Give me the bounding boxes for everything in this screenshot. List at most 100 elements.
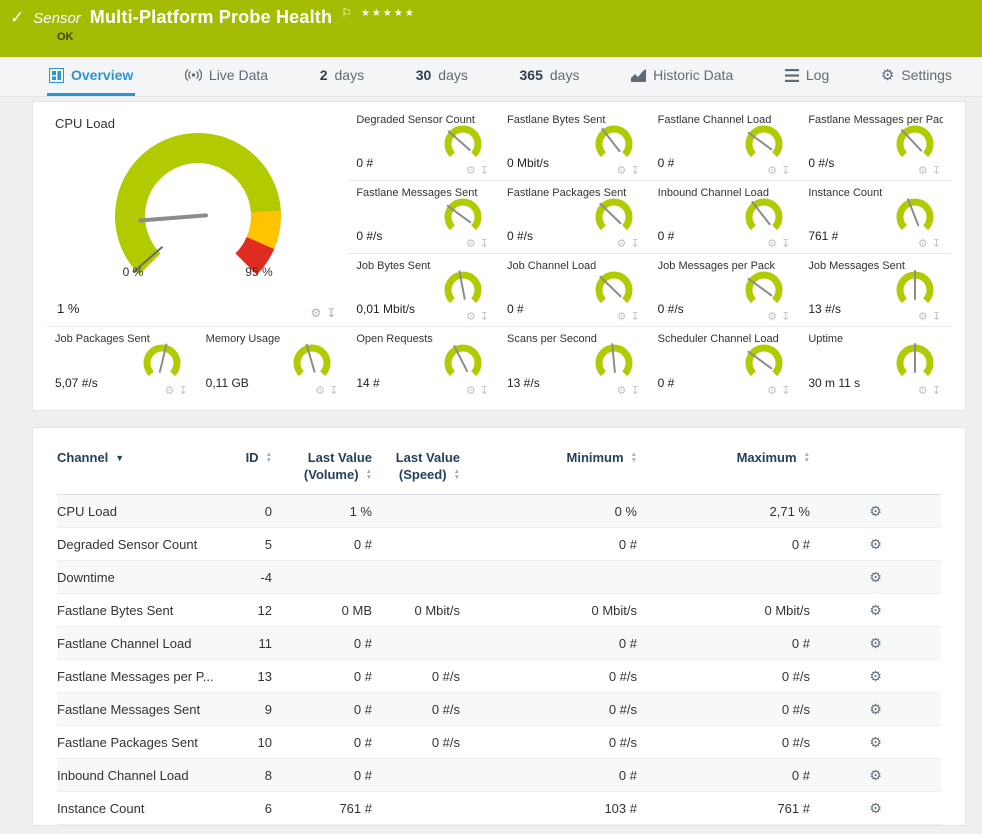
gear-icon[interactable]: ⚙ [617,164,627,177]
gear-icon[interactable]: ⚙ [466,237,476,250]
pin-icon[interactable]: ↧ [480,237,489,250]
gauge-value: 761 # [808,229,838,243]
channel-settings-icon[interactable]: ⚙ [869,635,882,652]
pin-icon[interactable]: ↧ [932,237,941,250]
pin-icon[interactable]: ↧ [781,384,790,397]
tab-label: days [438,67,468,83]
table-row[interactable]: Downtime -4 ⚙ [57,561,941,594]
pin-icon[interactable]: ↧ [480,164,489,177]
gear-icon[interactable]: ⚙ [466,384,476,397]
column-maximum[interactable]: Maximum ▲▼ [637,450,810,465]
column-minimum[interactable]: Minimum ▲▼ [460,450,637,465]
tab-365-days[interactable]: 365 days [518,57,582,96]
gear-icon[interactable]: ⚙ [918,310,928,323]
cell-last-speed: 0 #/s [372,735,460,750]
pin-icon[interactable]: ↧ [630,164,639,177]
priority-flag-icon[interactable]: ⚐ [341,6,352,20]
sensor-title: Multi-Platform Probe Health [90,7,332,28]
pin-icon[interactable]: ↧ [480,310,489,323]
tab-live-data[interactable]: Live Data [183,57,270,96]
gear-icon[interactable]: ⚙ [466,310,476,323]
channel-settings-icon[interactable]: ⚙ [869,668,882,685]
channel-settings-icon[interactable]: ⚙ [869,602,882,619]
gear-icon[interactable]: ⚙ [918,164,928,177]
pin-icon[interactable]: ↧ [781,310,790,323]
channel-settings-icon[interactable]: ⚙ [869,734,882,751]
gear-icon[interactable]: ⚙ [617,237,627,250]
table-row[interactable]: Instance Count 6 761 # 103 # 761 # ⚙ [57,792,941,825]
gear-icon[interactable]: ⚙ [918,384,928,397]
gauge-tile: Open Requests 14 # ⚙ ↧ [348,327,499,400]
column-channel[interactable]: Channel ▼ [57,450,217,465]
tab-30-days[interactable]: 30 days [414,57,470,96]
pin-icon[interactable]: ↧ [932,164,941,177]
table-row[interactable]: Degraded Sensor Count 5 0 # 0 # 0 # ⚙ [57,528,941,561]
pin-icon[interactable]: ↧ [932,310,941,323]
gauge-tile: Fastlane Messages per Pack 0 #/s ⚙ ↧ [800,108,951,181]
table-row[interactable]: Fastlane Bytes Sent 12 0 MB 0 Mbit/s 0 M… [57,594,941,627]
channel-settings-icon[interactable]: ⚙ [869,767,882,784]
gear-icon[interactable]: ⚙ [918,237,928,250]
cell-minimum: 0 # [460,636,637,651]
channel-settings-icon[interactable]: ⚙ [869,503,882,520]
cell-channel: Fastlane Channel Load [57,636,217,651]
tab-historic-data[interactable]: Historic Data [629,57,735,96]
table-row[interactable]: Inbound Channel Load 8 0 # 0 # 0 # ⚙ [57,759,941,792]
gauge-tile: Job Bytes Sent 0,01 Mbit/s ⚙ ↧ [348,254,499,327]
pin-icon[interactable]: ↧ [178,384,187,397]
gauge-tile: Uptime 30 m 11 s ⚙ ↧ [800,327,951,400]
tab-settings[interactable]: ⚙ Settings [879,57,954,96]
pin-icon[interactable]: ↧ [630,310,639,323]
scale-max-label: 95 % [245,265,272,279]
channel-settings-icon[interactable]: ⚙ [869,536,882,553]
gear-icon[interactable]: ⚙ [311,306,322,320]
table-row[interactable]: Fastlane Messages Sent 9 0 # 0 #/s 0 #/s… [57,693,941,726]
gear-icon[interactable]: ⚙ [767,164,777,177]
cell-maximum: 0 Mbit/s [637,603,810,618]
gear-icon[interactable]: ⚙ [315,384,325,397]
table-row[interactable]: Fastlane Channel Load 11 0 # 0 # 0 # ⚙ [57,627,941,660]
channel-settings-icon[interactable]: ⚙ [869,800,882,817]
pin-icon[interactable]: ↧ [781,164,790,177]
sort-icon[interactable]: ▲▼ [454,469,460,480]
gauge-value: 0 # [356,156,373,170]
gear-icon[interactable]: ⚙ [767,310,777,323]
gear-icon[interactable]: ⚙ [767,237,777,250]
pin-icon[interactable]: ↧ [329,384,338,397]
pin-icon[interactable]: ↧ [480,384,489,397]
cell-minimum: 0 #/s [460,669,637,684]
pin-icon[interactable]: ↧ [326,306,336,320]
cell-id: 8 [217,768,272,783]
table-row[interactable]: CPU Load 0 1 % 0 % 2,71 % ⚙ [57,495,941,528]
cell-minimum: 0 #/s [460,702,637,717]
pin-icon[interactable]: ↧ [932,384,941,397]
table-row[interactable]: Fastlane Messages per P... 13 0 # 0 #/s … [57,660,941,693]
gauge-tile: Fastlane Channel Load 0 # ⚙ ↧ [650,108,801,181]
channel-settings-icon[interactable]: ⚙ [869,569,882,586]
pin-icon[interactable]: ↧ [781,237,790,250]
tab-2-days[interactable]: 2 days [318,57,366,96]
tab-overview[interactable]: Overview [47,57,135,96]
cell-maximum: 0 #/s [637,702,810,717]
channel-settings-icon[interactable]: ⚙ [869,701,882,718]
priority-stars[interactable]: ★★★★★ [361,8,416,19]
gear-icon[interactable]: ⚙ [617,310,627,323]
pin-icon[interactable]: ↧ [630,384,639,397]
sort-icon[interactable]: ▲▼ [804,452,810,463]
table-row[interactable]: Fastlane Packages Sent 10 0 # 0 #/s 0 #/… [57,726,941,759]
gear-icon[interactable]: ⚙ [165,384,175,397]
column-last-value-volume[interactable]: Last Value (Volume) ▲▼ [272,450,372,482]
pin-icon[interactable]: ↧ [630,237,639,250]
cell-channel: Fastlane Packages Sent [57,735,217,750]
column-last-value-speed[interactable]: Last Value (Speed) ▲▼ [372,450,460,482]
column-id[interactable]: ID ▲▼ [217,450,272,465]
gear-icon[interactable]: ⚙ [617,384,627,397]
cell-id: 6 [217,801,272,816]
gear-icon[interactable]: ⚙ [466,164,476,177]
cell-id: -4 [217,570,272,585]
gauge-tile: Instance Count 761 # ⚙ ↧ [800,181,951,254]
mini-gauge [138,342,186,386]
gauge-value: 0 # [658,229,675,243]
gear-icon[interactable]: ⚙ [767,384,777,397]
tab-log[interactable]: Log [783,57,831,96]
